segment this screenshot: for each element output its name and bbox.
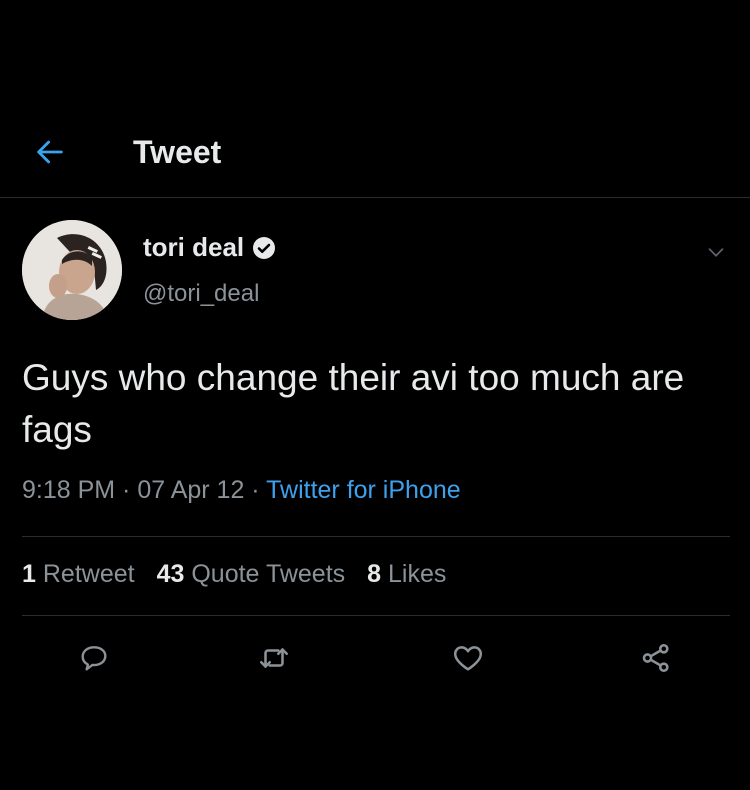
tweet-source-link[interactable]: Twitter for iPhone: [266, 476, 461, 504]
retweets-label: Retweet: [42, 560, 135, 588]
tweet-time[interactable]: 9:18 PM: [22, 476, 115, 504]
header-divider: [0, 197, 750, 198]
likes-count: 8: [367, 560, 382, 588]
likes-label: Likes: [388, 560, 447, 588]
retweets-stat[interactable]: 1 Retweet: [22, 560, 135, 589]
likes-stat[interactable]: 8 Likes: [367, 560, 446, 589]
share-button[interactable]: [634, 636, 678, 680]
tweet-text: Guys who change their avi too much are f…: [22, 357, 685, 450]
back-button[interactable]: [30, 132, 70, 172]
tweet-date[interactable]: 07 Apr 12: [137, 476, 244, 504]
stats-divider: [22, 615, 730, 616]
tweet-actions: [0, 636, 750, 686]
avatar-image: [22, 220, 122, 320]
like-button[interactable]: [446, 636, 490, 680]
verified-badge-icon: [253, 236, 276, 259]
quote-tweets-count: 43: [156, 560, 185, 588]
reply-icon: [81, 646, 107, 671]
reply-button[interactable]: [72, 636, 116, 680]
author-name-row[interactable]: tori deal: [143, 232, 276, 263]
avatar[interactable]: [22, 220, 122, 320]
quote-tweets-stat[interactable]: 43 Quote Tweets: [157, 560, 346, 589]
page-title: Tweet: [133, 134, 222, 170]
more-options-button[interactable]: [700, 236, 732, 268]
share-icon: [642, 643, 669, 673]
chevron-down-icon: [708, 248, 724, 257]
meta-separator: ·: [244, 476, 267, 504]
arrow-left-icon: [37, 140, 63, 164]
heart-icon: [453, 646, 483, 671]
meta-separator: ·: [115, 476, 138, 504]
retweet-icon: [259, 648, 289, 668]
engagement-stats: 1 Retweet 43 Quote Tweets 8 Likes: [22, 560, 446, 589]
quote-tweets-label: Quote Tweets: [191, 560, 346, 588]
meta-divider: [22, 536, 730, 537]
top-bar: Tweet: [0, 110, 750, 196]
tweet-detail-screen: Tweet tori deal @tori_deal Guys who chan…: [0, 0, 750, 790]
author-display-name[interactable]: tori deal: [143, 232, 244, 263]
retweets-count: 1: [22, 560, 36, 588]
retweet-button[interactable]: [252, 636, 296, 680]
tweet-metadata: 9:18 PM · 07 Apr 12 · Twitter for iPhone: [22, 476, 461, 505]
author-handle[interactable]: @tori_deal: [143, 280, 259, 308]
